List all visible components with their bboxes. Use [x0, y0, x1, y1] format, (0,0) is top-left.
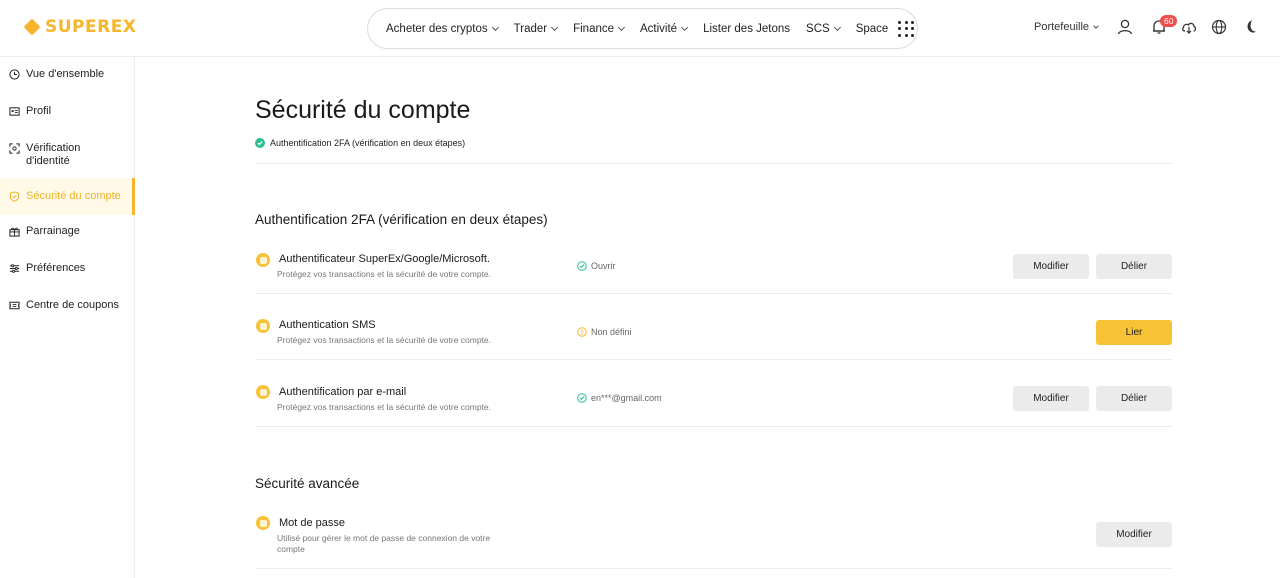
row-title: Authentification par e-mail [279, 386, 407, 398]
section-title-advanced: Sécurité avancée [255, 476, 360, 491]
status-indicator: en***@gmail.com [577, 393, 662, 403]
nav-finance[interactable]: Finance [573, 22, 626, 35]
row-description: Protégez vos transactions et la sécurité… [277, 335, 492, 345]
sidebar-item-label: Vue d'ensemble [26, 68, 105, 80]
chevron-down-icon [617, 23, 626, 31]
row-title: Authentificateur SuperEx/Google/Microsof… [279, 253, 490, 265]
bind-sms-button[interactable]: Lier [1096, 320, 1172, 345]
password-icon [256, 516, 270, 530]
chevron-down-icon [491, 23, 499, 31]
chevron-down-icon [681, 23, 689, 31]
sidebar-item-account-security[interactable]: Sécurité du compte [0, 178, 135, 215]
wallet-label: Portefeuille [1034, 21, 1090, 33]
sidebar-item-coupon-center[interactable]: Centre de coupons [0, 299, 135, 313]
shield-icon [9, 191, 20, 202]
sms-icon [256, 319, 270, 333]
check-circle-icon [577, 393, 587, 403]
nav-label: Activité [640, 22, 678, 35]
unbind-authenticator-button[interactable]: Délier [1096, 254, 1172, 279]
nav-trade[interactable]: Trader [513, 22, 559, 35]
nav-label: Space [855, 22, 889, 35]
sidebar-item-preferences[interactable]: Préférences [0, 262, 135, 276]
nav-activity[interactable]: Activité [640, 22, 689, 35]
chevron-down-icon [833, 23, 841, 31]
sidebar-item-label: Vérification d'identité [26, 142, 81, 167]
chevron-down-icon [551, 23, 559, 31]
nav-label: Trader [513, 22, 548, 35]
row-description: Protégez vos transactions et la sécurité… [277, 269, 492, 279]
sidebar-item-label: Centre de coupons [26, 299, 119, 311]
sidebar-item-profile[interactable]: Profil [0, 105, 135, 119]
sidebar-item-label: Sécurité du compte [26, 190, 121, 202]
sidebar-item-label: Parrainage [26, 225, 80, 237]
email-icon [256, 385, 270, 399]
logo-diamond-icon [24, 19, 41, 36]
apps-grid-icon[interactable] [898, 20, 915, 37]
edit-email-button[interactable]: Modifier [1013, 386, 1089, 411]
globe-icon[interactable] [1210, 18, 1228, 36]
section-title-2fa: Authentification 2FA (vérification en de… [255, 212, 548, 227]
notification-badge: 60 [1160, 15, 1178, 27]
nav-scs[interactable]: SCS [806, 22, 841, 35]
logo-text: SUPEREX [45, 17, 137, 37]
clock-icon [9, 69, 20, 80]
nav-label: Acheter des cryptos [386, 22, 488, 35]
row-title: Authentication SMS [279, 319, 376, 331]
status-text: en***@gmail.com [591, 393, 662, 403]
download-cloud-icon[interactable] [1180, 18, 1198, 36]
authenticator-app-icon [256, 253, 270, 267]
row-title: Mot de passe [279, 517, 346, 529]
chevron-down-icon [1093, 22, 1099, 29]
coupon-icon [9, 301, 20, 310]
sidebar-item-identity-verification[interactable]: Vérification d'identité [0, 142, 135, 170]
info-circle-icon [577, 327, 587, 337]
divider [255, 426, 1172, 427]
sidebar-item-label: Profil [26, 105, 52, 117]
user-icon[interactable] [1116, 18, 1134, 36]
sidebar: Vue d'ensemble Profil Vérification d'ide… [0, 57, 135, 578]
divider [255, 163, 1172, 164]
scan-face-icon [9, 143, 20, 154]
moon-icon[interactable] [1240, 18, 1258, 36]
row-description: Protégez vos transactions et la sécurité… [277, 402, 492, 412]
nav-label: SCS [806, 22, 830, 35]
gift-icon [9, 227, 20, 237]
nav-label: Finance [573, 22, 615, 35]
sidebar-item-label: Préférences [26, 262, 86, 274]
edit-authenticator-button[interactable]: Modifier [1013, 254, 1089, 279]
nav-label: Lister des Jetons [703, 22, 791, 35]
edit-password-button[interactable]: Modifier [1096, 522, 1172, 547]
2fa-summary: Authentification 2FA (vérification en de… [255, 138, 465, 148]
id-card-icon [9, 107, 20, 116]
status-indicator: Non défini [577, 327, 632, 337]
wallet-menu[interactable]: Portefeuille [1034, 21, 1099, 33]
status-text: Non défini [591, 327, 632, 337]
superex-logo[interactable]: SUPEREX [24, 17, 136, 37]
sidebar-item-referral[interactable]: Parrainage [0, 225, 135, 239]
divider [255, 293, 1172, 294]
sliders-icon [9, 264, 20, 273]
row-description: Utilisé pour gérer le mot de passe de co… [277, 533, 491, 554]
check-circle-icon [577, 261, 587, 271]
2fa-summary-label: Authentification 2FA (vérification en de… [270, 138, 466, 148]
nav-list-tokens[interactable]: Lister des Jetons [703, 23, 790, 35]
divider [255, 568, 1172, 569]
nav-space[interactable]: Space [856, 23, 889, 35]
main-nav: Acheter des cryptos Trader Finance Activ… [367, 8, 918, 49]
check-circle-icon [255, 138, 265, 148]
divider [255, 359, 1172, 360]
page-title: Sécurité du compte [255, 96, 471, 124]
top-header: SUPEREX Acheter des cryptos Trader Finan… [0, 0, 1280, 57]
nav-buy-crypto[interactable]: Acheter des cryptos [386, 22, 499, 35]
status-text: Ouvrir [591, 261, 616, 271]
status-indicator: Ouvrir [577, 261, 616, 271]
unbind-email-button[interactable]: Délier [1096, 386, 1172, 411]
sidebar-item-overview[interactable]: Vue d'ensemble [0, 68, 135, 82]
